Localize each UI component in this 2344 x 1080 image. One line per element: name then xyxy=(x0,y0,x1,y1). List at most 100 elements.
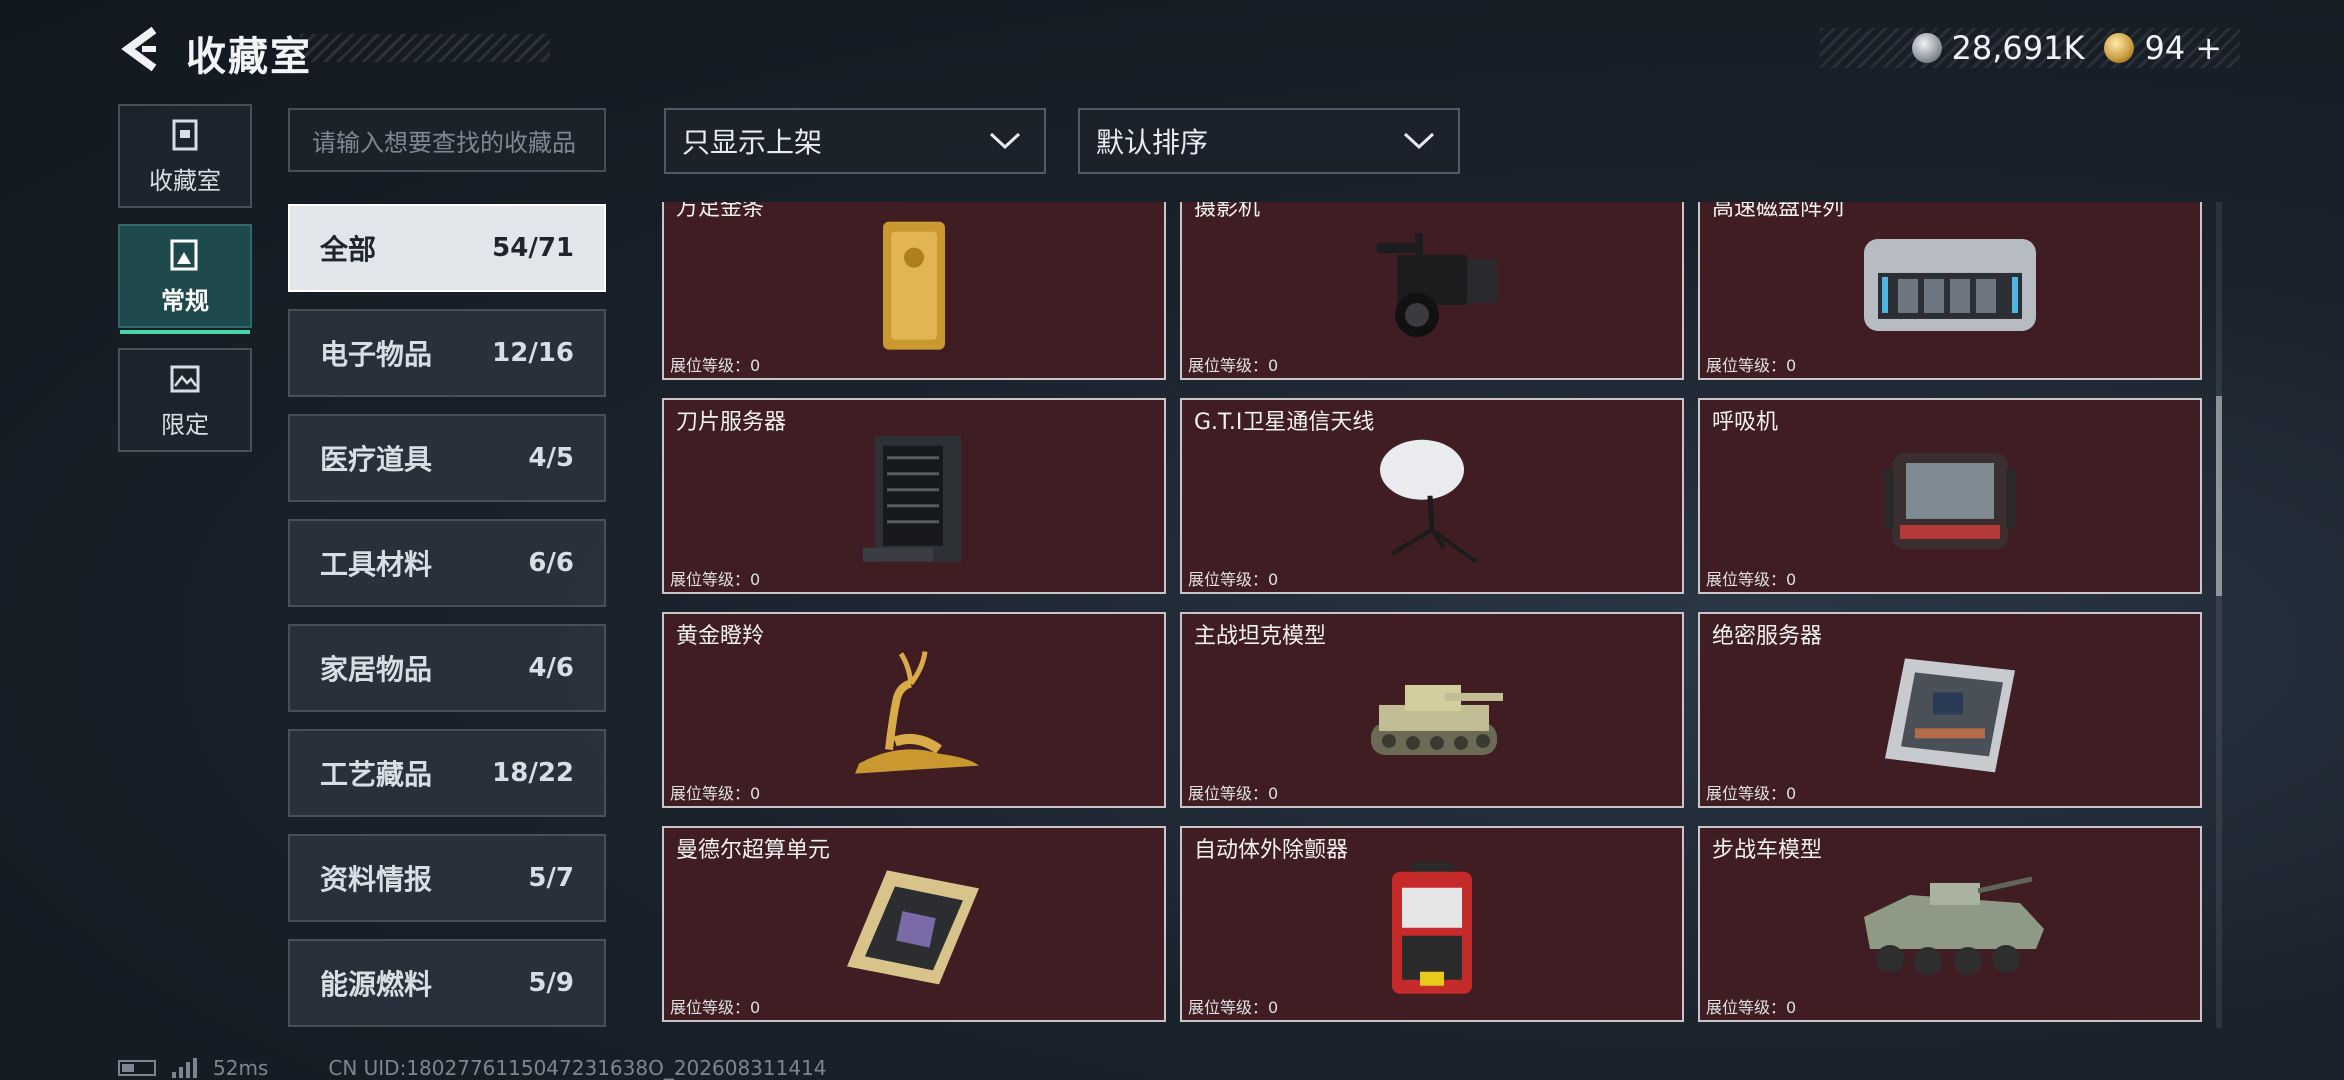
back-arrow-icon xyxy=(121,26,157,72)
picture-frame-icon xyxy=(167,237,203,273)
category-name: 家居物品 xyxy=(320,653,433,686)
item-card[interactable]: 刀片服务器 展位等级：0 xyxy=(662,398,1166,594)
collection-grid[interactable]: 万足金条 展位等级：0 摄影机 展位等级：0 高速磁盘阵列 展位等级：0 刀片服… xyxy=(662,202,2202,1028)
mode-tab-label: 常规 xyxy=(161,286,209,315)
item-name: G.T.I卫星通信天线 xyxy=(1194,410,1375,435)
category-medical[interactable]: 医疗道具 4/5 xyxy=(288,414,606,502)
item-level: 展位等级：0 xyxy=(670,356,761,375)
ventilator-icon xyxy=(1880,439,2020,563)
supercomputer-unit-icon xyxy=(839,862,989,996)
ping-value: 52ms xyxy=(213,1056,269,1080)
grid-scrollbar[interactable] xyxy=(2216,202,2222,1028)
title-decoration xyxy=(300,34,550,62)
item-level: 展位等级：0 xyxy=(1706,570,1797,589)
mode-tab-label: 限定 xyxy=(161,410,209,439)
category-electronics[interactable]: 电子物品 12/16 xyxy=(288,309,606,397)
mode-tab-regular[interactable]: 常规 xyxy=(118,224,252,334)
golden-gazelle-icon xyxy=(839,646,989,786)
item-card[interactable]: 主战坦克模型 展位等级：0 xyxy=(1180,612,1684,808)
category-count: 5/9 xyxy=(528,968,574,998)
item-level: 展位等级：0 xyxy=(670,570,761,589)
item-level: 展位等级：0 xyxy=(1706,998,1797,1017)
disk-array-icon xyxy=(1858,225,2042,349)
category-household[interactable]: 家居物品 4/6 xyxy=(288,624,606,712)
category-count: 6/6 xyxy=(528,548,574,578)
item-name: 主战坦克模型 xyxy=(1194,624,1327,649)
item-card[interactable]: 黄金瞪羚 展位等级：0 xyxy=(662,612,1166,808)
category-count: 4/6 xyxy=(528,653,574,683)
item-name: 高速磁盘阵列 xyxy=(1712,202,1845,221)
mode-tab-limited[interactable]: 限定 xyxy=(118,348,252,452)
secret-server-icon xyxy=(1875,648,2025,782)
category-name: 全部 xyxy=(320,233,377,266)
category-name: 电子物品 xyxy=(320,338,433,371)
category-energy[interactable]: 能源燃料 5/9 xyxy=(288,939,606,1027)
item-level: 展位等级：0 xyxy=(1188,784,1279,803)
category-name: 资料情报 xyxy=(320,863,433,896)
shelf-filter-dropdown[interactable]: 只显示上架 xyxy=(664,108,1046,174)
category-crafts[interactable]: 工艺藏品 18/22 xyxy=(288,729,606,817)
item-name: 黄金瞪羚 xyxy=(676,624,765,649)
sort-dropdown[interactable]: 默认排序 xyxy=(1078,108,1460,174)
currency-bar: 28,691K 94 + xyxy=(1820,28,2240,68)
back-button[interactable] xyxy=(118,24,162,74)
item-name: 呼吸机 xyxy=(1712,410,1779,435)
defibrillator-icon xyxy=(1382,858,1482,1002)
signal-icon xyxy=(172,1058,197,1078)
item-name: 步战车模型 xyxy=(1712,838,1823,863)
item-card[interactable]: 自动体外除颤器 展位等级：0 xyxy=(1180,826,1684,1022)
gold-bar-icon xyxy=(879,218,949,358)
category-name: 医疗道具 xyxy=(320,443,433,476)
category-count: 12/16 xyxy=(492,338,574,368)
search-placeholder: 请输入想要查找的收藏品 xyxy=(312,128,576,157)
item-level: 展位等级：0 xyxy=(1188,570,1279,589)
uid-text: CN UID:1802776115047231638O_202608311414 xyxy=(328,1056,827,1080)
status-footer: 52ms CN UID:1802776115047231638O_2026083… xyxy=(118,1056,827,1080)
grid-scroll-thumb[interactable] xyxy=(2216,396,2222,596)
item-level: 展位等级：0 xyxy=(1188,356,1279,375)
category-count: 4/5 xyxy=(528,443,574,473)
category-count: 5/7 xyxy=(528,863,574,893)
tank-model-icon xyxy=(1357,653,1507,777)
item-card[interactable]: 万足金条 展位等级：0 xyxy=(662,202,1166,380)
page-title: 收藏室 xyxy=(186,34,312,80)
category-count: 54/71 xyxy=(492,233,574,263)
battery-icon xyxy=(118,1060,156,1076)
chevron-down-icon xyxy=(1403,132,1435,150)
item-card[interactable]: 曼德尔超算单元 展位等级：0 xyxy=(662,826,1166,1022)
dropdown-value: 只显示上架 xyxy=(682,126,823,159)
gold-amount: 94 xyxy=(2144,29,2186,67)
category-tools[interactable]: 工具材料 6/6 xyxy=(288,519,606,607)
item-level: 展位等级：0 xyxy=(1706,784,1797,803)
item-level: 展位等级：0 xyxy=(1188,998,1279,1017)
item-name: 万足金条 xyxy=(676,202,765,221)
item-level: 展位等级：0 xyxy=(1706,356,1797,375)
category-name: 工艺藏品 xyxy=(320,758,433,791)
item-name: 曼德尔超算单元 xyxy=(676,838,831,863)
category-all[interactable]: 全部 54/71 xyxy=(288,204,606,292)
item-card[interactable]: 高速磁盘阵列 展位等级：0 xyxy=(1698,202,2202,380)
silver-amount: 28,691K xyxy=(1951,29,2085,67)
item-card[interactable]: 绝密服务器 展位等级：0 xyxy=(1698,612,2202,808)
satellite-dish-icon xyxy=(1372,430,1492,574)
search-input[interactable]: 请输入想要查找的收藏品 xyxy=(288,108,606,172)
category-intel[interactable]: 资料情报 5/7 xyxy=(288,834,606,922)
item-level: 展位等级：0 xyxy=(670,784,761,803)
item-card[interactable]: G.T.I卫星通信天线 展位等级：0 xyxy=(1180,398,1684,594)
item-card[interactable]: 摄影机 展位等级：0 xyxy=(1180,202,1684,380)
camera-icon xyxy=(1357,225,1507,349)
dropdown-value: 默认排序 xyxy=(1096,126,1209,159)
item-level: 展位等级：0 xyxy=(670,998,761,1017)
item-name: 自动体外除颤器 xyxy=(1194,838,1349,863)
mode-tab-collection[interactable]: 收藏室 xyxy=(118,104,252,208)
mode-tab-label: 收藏室 xyxy=(149,166,221,195)
category-name: 能源燃料 xyxy=(320,968,433,1001)
item-card[interactable]: 呼吸机 展位等级：0 xyxy=(1698,398,2202,594)
add-gold-button[interactable]: + xyxy=(2195,29,2222,67)
item-card[interactable]: 步战车模型 展位等级：0 xyxy=(1698,826,2202,1022)
item-name: 摄影机 xyxy=(1194,202,1261,221)
item-name: 刀片服务器 xyxy=(676,410,787,435)
landscape-icon xyxy=(167,361,203,397)
cabinet-icon xyxy=(167,117,203,153)
silver-coin-icon xyxy=(1911,33,1942,63)
